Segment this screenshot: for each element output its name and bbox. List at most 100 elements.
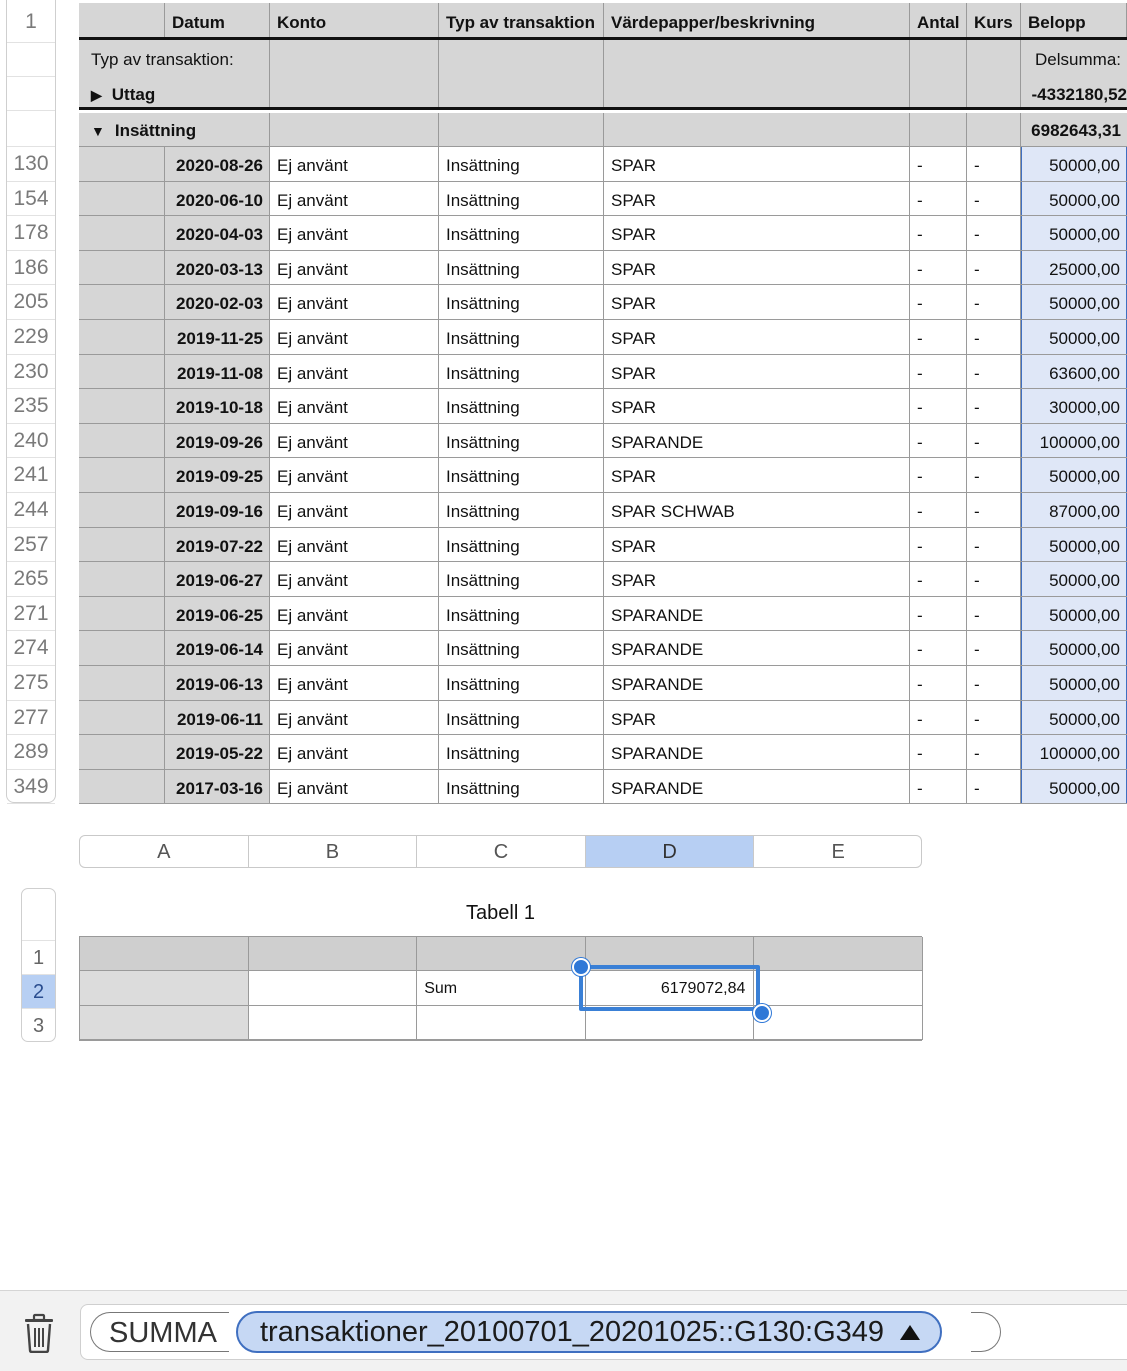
datum-cell[interactable]: 2020-06-10 <box>165 181 270 216</box>
desc-cell[interactable]: SPARANDE <box>604 631 910 665</box>
desc-cell[interactable]: SPARANDE <box>604 769 910 804</box>
column-letter-b[interactable]: B <box>249 836 418 867</box>
kurs-cell[interactable]: - <box>967 250 1021 285</box>
konto-cell[interactable]: Ej använt <box>270 147 439 181</box>
datum-cell[interactable]: 2019-06-27 <box>165 562 270 596</box>
konto-cell[interactable]: Ej använt <box>270 493 439 527</box>
table1-cell[interactable] <box>417 937 586 971</box>
column-letter-d[interactable]: D <box>585 836 755 867</box>
desc-cell[interactable]: SPAR <box>604 700 910 735</box>
table-row[interactable]: 2019-05-22 Ej använt Insättning SPARANDE - -1… <box>79 735 1127 770</box>
typ-cell[interactable]: Insättning <box>439 735 604 769</box>
column-letter-c[interactable]: C <box>417 836 586 867</box>
konto-cell[interactable]: Ej använt <box>270 631 439 665</box>
belopp-cell[interactable]: 50000,00 <box>1021 458 1127 492</box>
trash-icon[interactable] <box>22 1313 56 1354</box>
selection-handle-top-left[interactable] <box>572 958 590 976</box>
belopp-cell[interactable]: 100000,00 <box>1021 423 1127 458</box>
datum-cell[interactable]: 2019-09-16 <box>165 493 270 527</box>
group-name-uttag[interactable]: ▶ Uttag <box>91 85 269 105</box>
belopp-cell[interactable]: 50000,00 <box>1021 147 1127 181</box>
datum-cell[interactable]: 2020-03-13 <box>165 250 270 285</box>
konto-cell[interactable]: Ej använt <box>270 527 439 562</box>
kurs-cell[interactable]: - <box>967 147 1021 181</box>
desc-cell[interactable]: SPARANDE <box>604 666 910 700</box>
konto-cell[interactable]: Ej använt <box>270 458 439 492</box>
table1-cell[interactable] <box>248 971 418 1006</box>
column-letter-e[interactable]: E <box>754 836 921 867</box>
datum-cell[interactable]: 2020-08-26 <box>165 147 270 181</box>
kurs-cell[interactable]: - <box>967 562 1021 596</box>
row-number[interactable]: 244 <box>7 493 55 528</box>
desc-cell[interactable]: SPAR <box>604 458 910 492</box>
table-row[interactable]: 2019-07-22 Ej använt Insättning SPAR - -50000… <box>79 527 1127 563</box>
konto-cell[interactable]: Ej använt <box>270 285 439 319</box>
table-row[interactable]: 2019-10-18 Ej använt Insättning SPAR - -30000… <box>79 389 1127 424</box>
antal-cell[interactable]: - <box>910 389 967 423</box>
row-number[interactable]: 241 <box>7 458 55 493</box>
kurs-cell[interactable]: - <box>967 181 1021 216</box>
kurs-cell[interactable]: - <box>967 458 1021 492</box>
datum-cell[interactable]: 2019-06-11 <box>165 700 270 735</box>
table-row[interactable]: 2019-09-26 Ej använt Insättning SPARANDE - -1… <box>79 423 1127 459</box>
datum-cell[interactable]: 2019-10-18 <box>165 389 270 423</box>
antal-cell[interactable]: - <box>910 735 967 769</box>
datum-cell[interactable]: 2019-11-25 <box>165 320 270 354</box>
typ-cell[interactable]: Insättning <box>439 458 604 492</box>
table-row[interactable]: 2019-06-13 Ej använt Insättning SPARANDE - -5… <box>79 666 1127 701</box>
row-number[interactable]: 3 <box>22 1008 55 1041</box>
kurs-cell[interactable]: - <box>967 769 1021 804</box>
antal-cell[interactable]: - <box>910 458 967 492</box>
header-cell[interactable]: Värdepapper/beskrivning <box>604 3 910 37</box>
antal-cell[interactable]: - <box>910 666 967 700</box>
desc-cell[interactable]: SPAR <box>604 216 910 250</box>
group-row-insattning[interactable]: ▼ Insättning 6982643,31 <box>79 113 1127 147</box>
typ-cell[interactable]: Insättning <box>439 631 604 665</box>
table-row[interactable]: 2019-11-08 Ej använt Insättning SPAR - -63600… <box>79 354 1127 390</box>
table-row[interactable]: 2019-09-16 Ej använt Insättning SPAR SCHWAB… <box>79 493 1127 528</box>
header-cell[interactable]: Datum <box>165 3 270 37</box>
column-letter-a[interactable]: A <box>80 836 249 867</box>
belopp-cell[interactable]: 50000,00 <box>1021 700 1127 735</box>
antal-cell[interactable]: - <box>910 700 967 735</box>
row-number[interactable]: 265 <box>7 562 55 597</box>
antal-cell[interactable]: - <box>910 216 967 250</box>
konto-cell[interactable]: Ej använt <box>270 320 439 354</box>
typ-cell[interactable]: Insättning <box>439 596 604 631</box>
selection-handle-bottom-right[interactable] <box>753 1004 771 1022</box>
table-row[interactable]: 2019-09-25 Ej använt Insättning SPAR - -50000… <box>79 458 1127 493</box>
belopp-cell[interactable]: 25000,00 <box>1021 250 1127 285</box>
konto-cell[interactable]: Ej använt <box>270 389 439 423</box>
datum-cell[interactable]: 2019-06-13 <box>165 666 270 700</box>
header-cell[interactable]: Belopp <box>1021 3 1127 37</box>
triangle-up-icon[interactable] <box>900 1325 921 1340</box>
desc-cell[interactable]: SPAR <box>604 147 910 181</box>
konto-cell[interactable]: Ej använt <box>270 250 439 285</box>
belopp-cell[interactable]: 50000,00 <box>1021 666 1127 700</box>
row-number[interactable]: 274 <box>7 631 55 666</box>
datum-cell[interactable]: 2020-02-03 <box>165 285 270 319</box>
belopp-cell[interactable]: 87000,00 <box>1021 493 1127 527</box>
datum-cell[interactable]: 2020-04-03 <box>165 216 270 250</box>
desc-cell[interactable]: SPAR <box>604 320 910 354</box>
typ-cell[interactable]: Insättning <box>439 666 604 700</box>
table-row[interactable]: 2019-11-25 Ej använt Insättning SPAR - -50000… <box>79 320 1127 355</box>
datum-cell[interactable]: 2019-09-26 <box>165 423 270 458</box>
antal-cell[interactable]: - <box>910 423 967 458</box>
desc-cell[interactable]: SPAR <box>604 527 910 562</box>
kurs-cell[interactable]: - <box>967 285 1021 319</box>
datum-cell[interactable]: 2019-09-25 <box>165 458 270 492</box>
row-number[interactable]: 349 <box>7 770 55 805</box>
belopp-cell[interactable]: 50000,00 <box>1021 285 1127 319</box>
table-row[interactable]: 2020-02-03 Ej använt Insättning SPAR - -50000… <box>79 285 1127 320</box>
konto-cell[interactable]: Ej använt <box>270 596 439 631</box>
datum-cell[interactable]: 2019-06-14 <box>165 631 270 665</box>
triangle-right-icon[interactable]: ▶ <box>91 87 102 103</box>
row-number[interactable]: 257 <box>7 528 55 563</box>
kurs-cell[interactable]: - <box>967 527 1021 562</box>
table-row[interactable]: 2020-04-03 Ej använt Insättning SPAR - -50000… <box>79 216 1127 251</box>
table1-cell[interactable] <box>754 971 923 1006</box>
belopp-cell[interactable]: 50000,00 <box>1021 181 1127 216</box>
antal-cell[interactable]: - <box>910 562 967 596</box>
antal-cell[interactable]: - <box>910 493 967 527</box>
